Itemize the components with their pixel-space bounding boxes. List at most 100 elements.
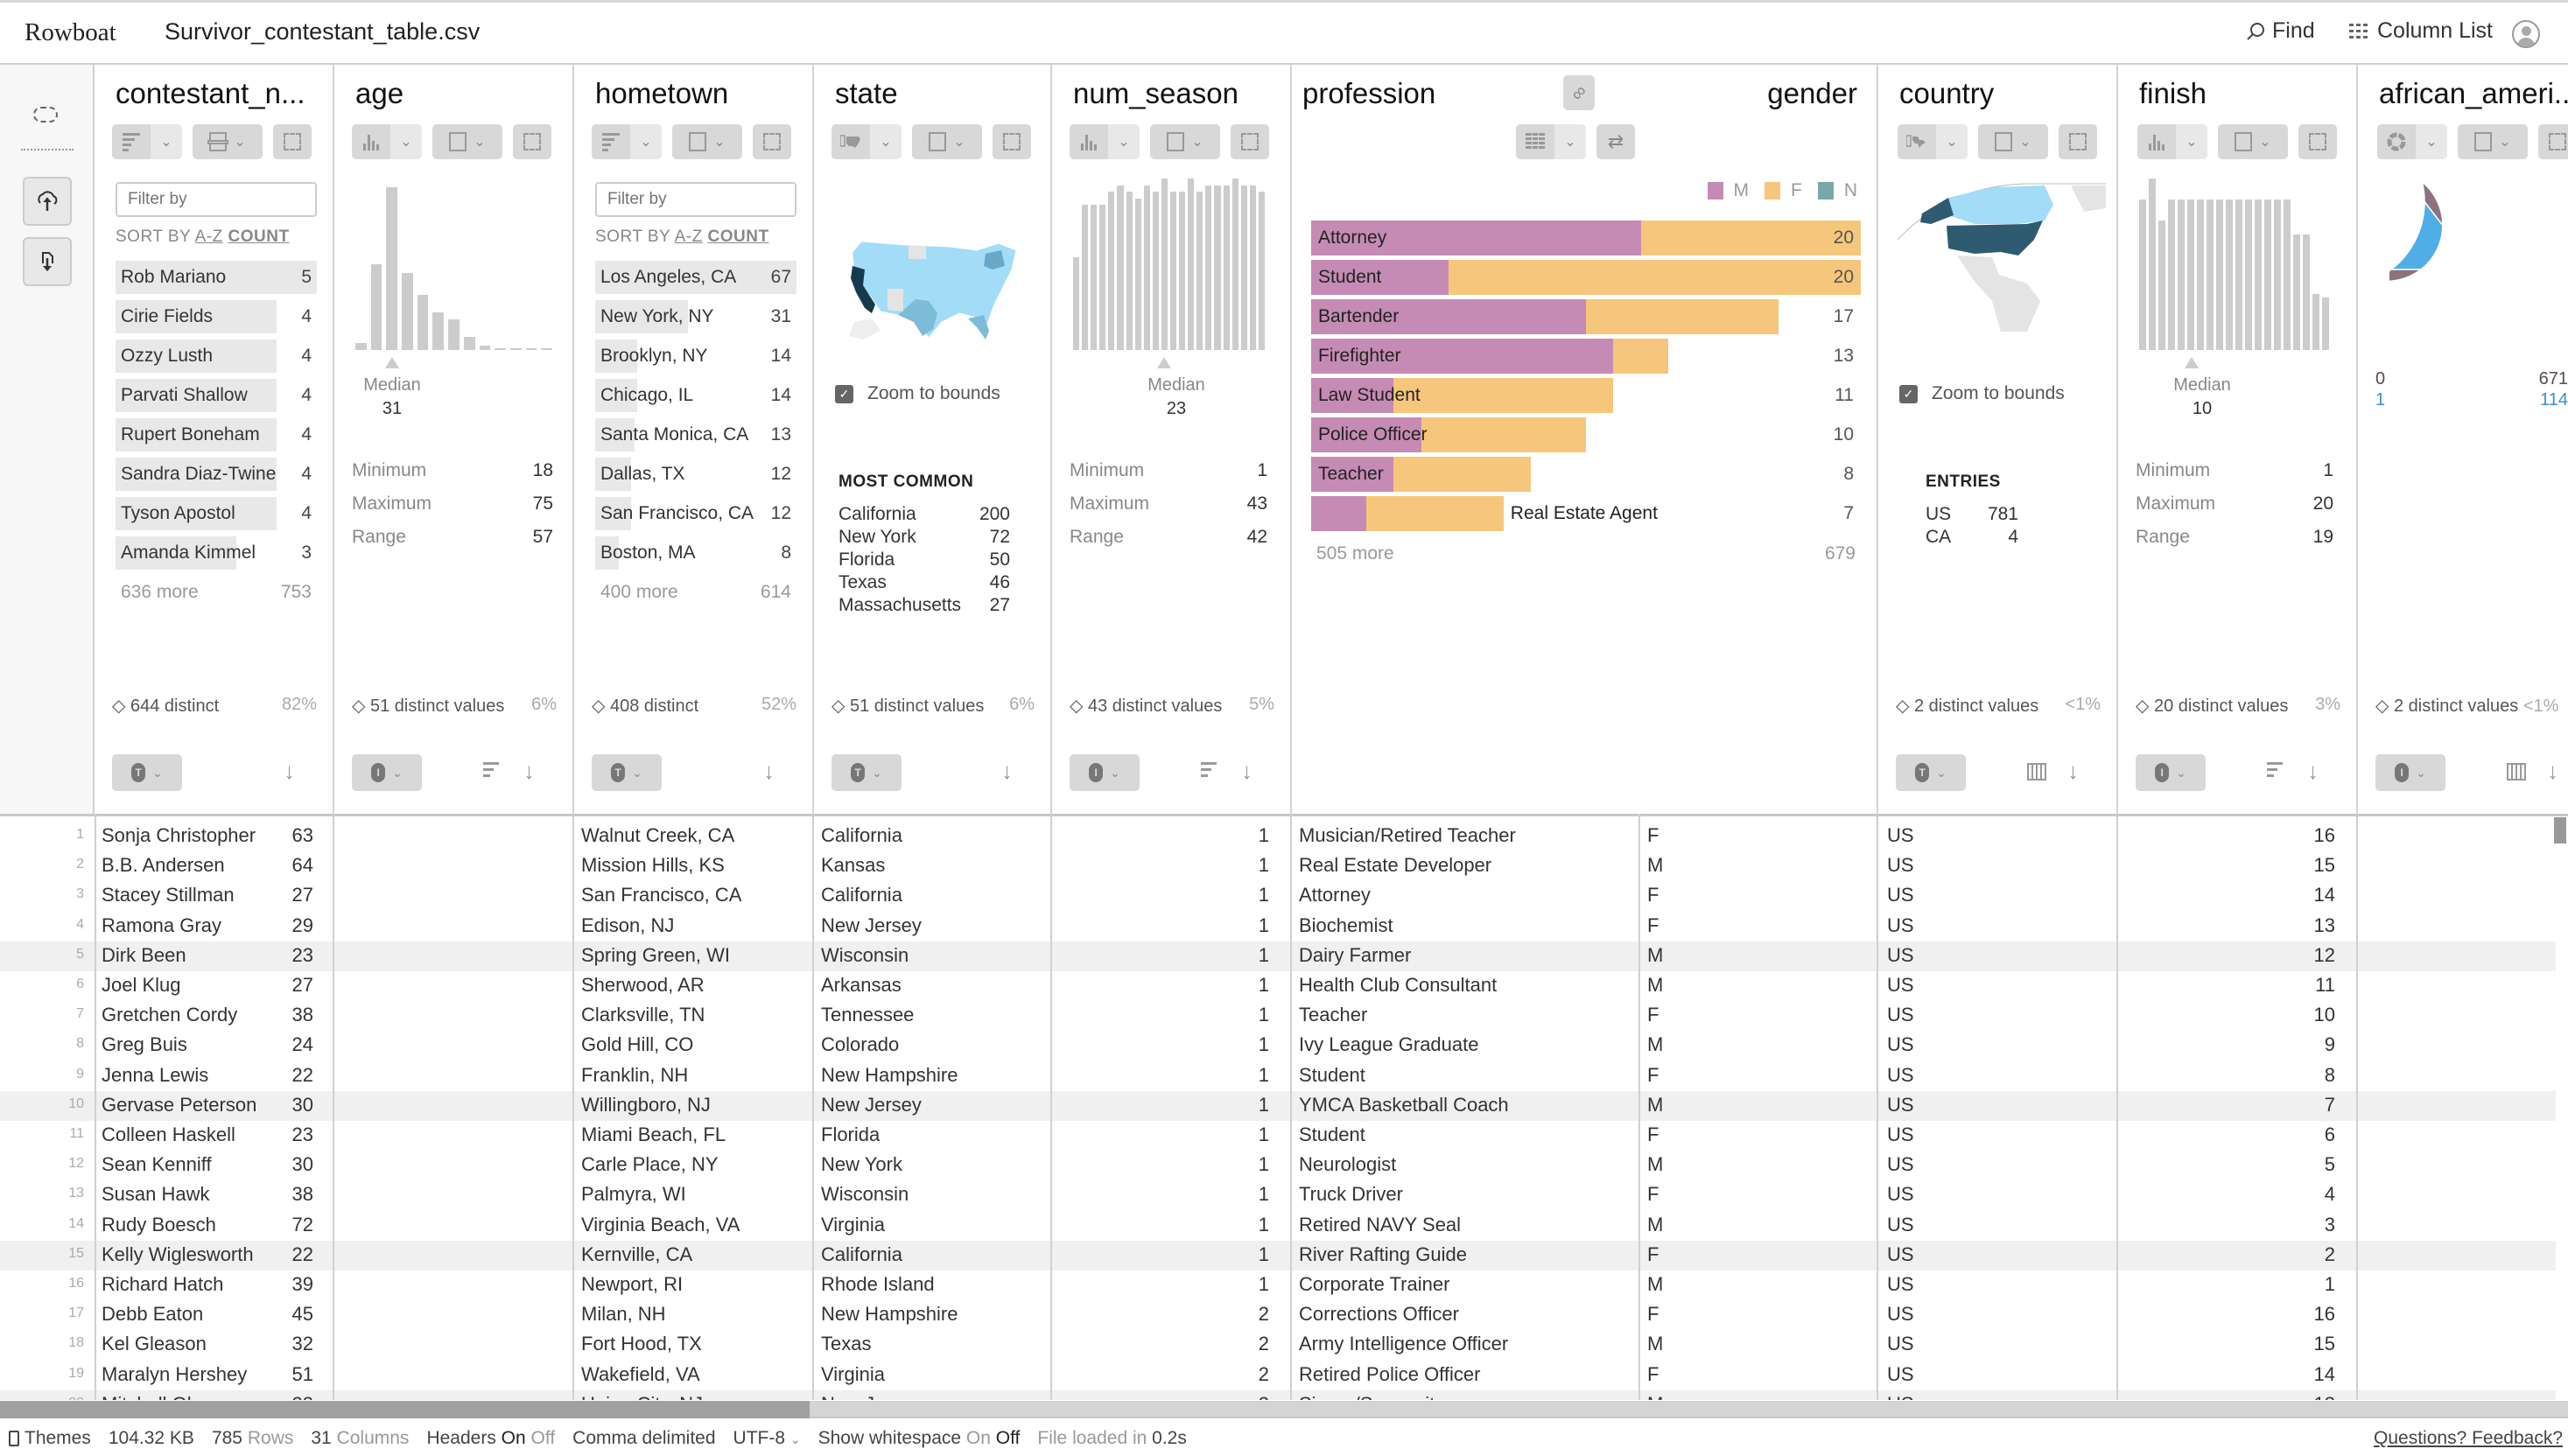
cell-age[interactable]: 23	[292, 1393, 313, 1400]
cell-num-season[interactable]: 1	[1259, 1214, 1269, 1236]
column-title[interactable]: state	[835, 77, 898, 110]
cell-hometown[interactable]: Virginia Beach, VA	[581, 1214, 740, 1236]
histogram-bar[interactable]	[2216, 200, 2223, 350]
download-button[interactable]	[23, 237, 72, 286]
cell-num-season[interactable]: 2	[1259, 1393, 1269, 1400]
zoom-to-bounds-checkbox[interactable]: ✓ Zoom to bounds	[1899, 383, 2065, 404]
bar-segment-f[interactable]	[1365, 496, 1504, 531]
cell-contestant[interactable]: Dirk Been	[102, 944, 186, 967]
scrollbar-thumb[interactable]	[0, 1401, 810, 1418]
type-dropdown[interactable]: T ⌄	[1896, 754, 1966, 791]
layout-dropdown[interactable]: ⌄	[1150, 124, 1220, 159]
type-dropdown[interactable]: T ⌄	[112, 754, 182, 791]
cell-age[interactable]: 22	[292, 1064, 313, 1087]
cell-state[interactable]: Florida	[821, 1124, 880, 1146]
cell-finish[interactable]: 16	[2314, 824, 2335, 847]
histogram-bar[interactable]	[1134, 198, 1141, 350]
layout-dropdown[interactable]: ⌄	[2458, 124, 2528, 159]
expand-button[interactable]	[993, 124, 1031, 159]
cell-profession[interactable]: Retired NAVY Seal	[1299, 1214, 1461, 1236]
list-item[interactable]: Boston, MA 8	[595, 536, 796, 570]
cell-age[interactable]: 38	[292, 1004, 313, 1026]
cell-contestant[interactable]: Sonja Christopher	[102, 824, 256, 847]
cell-num-season[interactable]: 1	[1259, 884, 1269, 906]
sort-arrow-button[interactable]: ↓	[763, 758, 775, 785]
list-item[interactable]: San Francisco, CA 12	[595, 497, 796, 530]
cell-contestant[interactable]: Gretchen Cordy	[102, 1004, 237, 1026]
cell-country[interactable]: US	[1887, 974, 1914, 997]
cell-contestant[interactable]: Gervase Peterson	[102, 1094, 256, 1116]
histogram-bar[interactable]	[1152, 192, 1159, 350]
histogram-bar[interactable]	[1258, 192, 1265, 350]
sort-count-link[interactable]: COUNT	[228, 228, 290, 246]
column-title[interactable]: hometown	[595, 77, 728, 110]
cell-gender[interactable]: M	[1647, 1273, 1663, 1296]
list-item[interactable]: Chicago, IL 14	[595, 379, 796, 412]
cell-profession[interactable]: Teacher	[1299, 1004, 1367, 1026]
cell-state[interactable]: New Jersey	[821, 1393, 922, 1400]
table-row[interactable]: 19 Maralyn Hershey 51 Wakefield, VA Virginia…	[0, 1361, 2556, 1390]
cell-profession[interactable]: Attorney	[1299, 884, 1371, 906]
cell-hometown[interactable]: Mission Hills, KS	[581, 854, 725, 877]
more-row[interactable]: 400 more 614	[595, 576, 796, 609]
cell-gender[interactable]: F	[1647, 1183, 1659, 1206]
histogram-bar[interactable]	[1231, 178, 1238, 350]
cell-country[interactable]: US	[1887, 1064, 1914, 1087]
histogram-bar[interactable]	[2187, 200, 2194, 350]
cell-num-season[interactable]: 1	[1259, 1004, 1269, 1026]
chart-type-dropdown[interactable]: ⌄	[2137, 124, 2207, 159]
cell-state[interactable]: California	[821, 824, 902, 847]
cell-num-season[interactable]: 1	[1259, 974, 1269, 997]
cell-profession[interactable]: Biochemist	[1299, 914, 1393, 937]
histogram-bar[interactable]	[2303, 234, 2310, 350]
map-greenland[interactable]	[2071, 186, 2106, 212]
histogram-bar[interactable]	[1108, 192, 1115, 350]
list-item[interactable]: Sandra Diaz-Twine 4	[116, 458, 317, 491]
histogram-bar[interactable]	[2274, 200, 2281, 350]
cell-num-season[interactable]: 1	[1259, 1153, 1269, 1176]
histogram-bar[interactable]	[2293, 234, 2300, 350]
donut-chart[interactable]	[2389, 182, 2564, 357]
delimiter-select[interactable]: Comma delimited	[572, 1428, 715, 1449]
cell-country[interactable]: US	[1887, 1033, 1914, 1056]
layout-dropdown[interactable]: ⌄	[432, 124, 502, 159]
cell-gender[interactable]: M	[1647, 854, 1663, 877]
cell-contestant[interactable]: Ramona Gray	[102, 914, 221, 937]
histogram-bar[interactable]	[525, 348, 537, 350]
cell-finish[interactable]: 16	[2314, 1303, 2335, 1326]
cell-profession[interactable]: Army Intelligence Officer	[1299, 1333, 1508, 1355]
cell-country[interactable]: US	[1887, 1363, 1914, 1386]
cell-contestant[interactable]: Colleen Haskell	[102, 1124, 235, 1146]
chart-type-dropdown[interactable]: ⌄	[831, 124, 902, 159]
zoom-to-bounds-checkbox[interactable]: ✓ Zoom to bounds	[835, 383, 1000, 404]
histogram-bar[interactable]	[2178, 200, 2185, 350]
cell-hometown[interactable]: Palmyra, WI	[581, 1183, 686, 1206]
column-title[interactable]: country	[1899, 77, 1994, 110]
horizontal-scrollbar[interactable]	[0, 1401, 2568, 1418]
cell-age[interactable]: 51	[292, 1363, 313, 1386]
bar-segment-m[interactable]	[1311, 496, 1366, 531]
sort-options-icon[interactable]	[1201, 762, 1217, 781]
cell-hometown[interactable]: Milan, NH	[581, 1303, 666, 1326]
sort-arrow-button[interactable]: ↓	[284, 758, 295, 785]
table-row[interactable]: 1 Sonja Christopher 63 Walnut Creek, CA Cali…	[0, 822, 2556, 851]
cell-state[interactable]: Colorado	[821, 1033, 899, 1056]
vertical-scrollbar[interactable]	[2554, 817, 2566, 844]
cell-gender[interactable]: M	[1647, 1214, 1663, 1236]
cell-contestant[interactable]: Jenna Lewis	[102, 1064, 208, 1087]
stacked-bar-row[interactable]: Police Officer 10	[1311, 417, 1861, 452]
stacked-bar-row[interactable]: Bartender 17	[1311, 299, 1861, 334]
cell-finish[interactable]: 15	[2314, 854, 2335, 877]
stacked-bar-row[interactable]: Attorney 20	[1311, 220, 1861, 256]
cell-num-season[interactable]: 2	[1259, 1303, 1269, 1326]
cell-state[interactable]: New Hampshire	[821, 1064, 958, 1087]
cell-hometown[interactable]: Clarksville, TN	[581, 1004, 705, 1026]
list-item[interactable]: Brooklyn, NY 14	[595, 340, 796, 373]
sort-arrow-button[interactable]: ↓	[1001, 758, 1013, 785]
cell-hometown[interactable]: Wakefield, VA	[581, 1363, 700, 1386]
cell-country[interactable]: US	[1887, 1183, 1914, 1206]
cell-age[interactable]: 38	[292, 1183, 313, 1206]
cell-profession[interactable]: Singer/Songwriter	[1299, 1393, 1452, 1400]
cell-num-season[interactable]: 1	[1259, 1273, 1269, 1296]
cell-hometown[interactable]: Gold Hill, CO	[581, 1033, 693, 1056]
